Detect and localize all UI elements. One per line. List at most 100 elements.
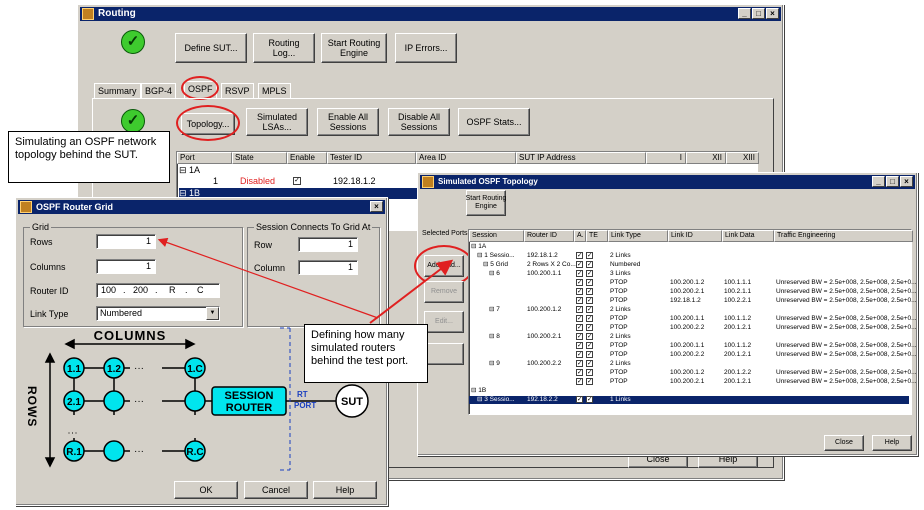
rows-field[interactable]: 1 — [96, 234, 156, 249]
link-type-cell: 2 Links — [610, 252, 631, 259]
columns-field[interactable]: 1 — [96, 259, 156, 274]
topology-row[interactable]: ⊟ 8 100.200.2.1 ✓ ✓ 2 Links — [469, 333, 909, 341]
sut-label: SUT — [341, 396, 363, 408]
tab-rsvp[interactable]: RSVP — [221, 83, 254, 98]
a-checkbox: ✓ — [576, 342, 583, 349]
callout-simulating: Simulating an OSPF network topology behi… — [8, 131, 170, 183]
topology-row[interactable]: ⊟ 6 100.200.1.1 ✓ ✓ 3 Links — [469, 270, 909, 278]
te-checkbox: ✓ — [586, 270, 593, 277]
row-field[interactable]: 1 — [298, 237, 358, 252]
col-area-id: Area ID — [416, 152, 516, 164]
router-grid-title: OSPF Router Grid — [36, 202, 114, 212]
ip-errors-button[interactable]: IP Errors... — [395, 33, 457, 63]
traffic-cell: Unreserved BW = 2.5e+008, 2.5e+008, 2.5e… — [776, 351, 917, 358]
router-id-label: Router ID — [30, 286, 69, 296]
link-id-cell: 100.200.1.1 — [670, 342, 705, 349]
define-sut-button[interactable]: Define SUT... — [175, 33, 247, 63]
link-data-cell: 100.1.1.2 — [724, 315, 752, 322]
close-icon[interactable]: × — [766, 8, 779, 19]
router-id-octet-1: 100 — [101, 285, 117, 295]
minimize-button[interactable]: _ — [872, 176, 885, 187]
maximize-button[interactable]: □ — [886, 176, 899, 187]
column-field[interactable]: 1 — [298, 260, 358, 275]
col-state: State — [232, 152, 287, 164]
traffic-cell: Unreserved BW = 2.5e+008, 2.5e+008, 2.5e… — [776, 369, 917, 376]
node-2-1: 2.1 — [67, 397, 81, 408]
cancel-button[interactable]: Cancel — [244, 481, 308, 499]
topology-row[interactable]: ✓ ✓ PTOP 100.200.2.1 200.1.2.1 Unreserved BW … — [469, 378, 917, 386]
enable-all-sessions-button[interactable]: Enable All Sessions — [317, 108, 379, 136]
close-icon[interactable]: × — [370, 201, 383, 212]
topology-row[interactable]: ⊟ 7 100.200.1.2 ✓ ✓ 2 Links — [469, 306, 909, 314]
session-cell: ⊟ 9 — [489, 360, 500, 367]
topology-row[interactable]: ✓ ✓ PTOP 100.200.1.2 200.1.2.2 Unreserved BW … — [469, 369, 917, 377]
col-a: A. — [574, 230, 586, 242]
topology-row[interactable]: ✓ ✓ PTOP 192.18.1.2 100.2.2.1 Unreserved BW =… — [469, 297, 917, 305]
topology-row[interactable]: ✓ ✓ PTOP 100.200.2.2 200.1.2.1 Unreserved BW … — [469, 324, 917, 332]
te-checkbox: ✓ — [586, 306, 593, 313]
topology-row[interactable]: ⊟ 1A — [469, 243, 909, 251]
link-data-cell: 200.1.2.2 — [724, 369, 752, 376]
svg-text:···: ··· — [134, 396, 144, 407]
session-cell: ⊟ 7 — [489, 306, 500, 313]
router-grid-titlebar[interactable]: OSPF Router Grid × — [18, 200, 385, 214]
tab-mpls[interactable]: MPLS — [258, 83, 291, 98]
topology-row[interactable]: ✓ ✓ PTOP 100.200.2.2 200.1.2.1 Unreserved BW … — [469, 351, 917, 359]
topology-row[interactable]: ✓ ✓ PTOP 100.200.1.1 100.1.1.2 Unreserved BW … — [469, 342, 917, 350]
app-icon — [422, 176, 434, 188]
te-checkbox: ✓ — [586, 360, 593, 367]
table-row[interactable]: ⊟ 1A — [179, 165, 201, 175]
col-sut-ip: SUT IP Address — [516, 152, 646, 164]
link-type-cell: PTOP — [610, 297, 628, 304]
ok-button[interactable]: OK — [174, 481, 238, 499]
maximize-button[interactable]: □ — [752, 8, 765, 19]
app-icon — [20, 201, 32, 213]
edit-button[interactable]: Edit... — [424, 311, 464, 333]
link-type-cell: PTOP — [610, 279, 628, 286]
extra-button[interactable] — [424, 343, 464, 365]
topology-row[interactable]: ⊟ 5 Grid 2 Rows X 2 Co... ✓ ✓ Numbered — [469, 261, 909, 269]
topology-row[interactable]: ✓ ✓ PTOP 100.200.2.1 100.2.1.1 Unreserved BW … — [469, 288, 917, 296]
router-id-cell: 100.200.1.1 — [527, 270, 562, 277]
col-traffic-engineering: Traffic Engineering — [774, 230, 913, 242]
traffic-cell: Unreserved BW = 2.5e+008, 2.5e+008, 2.5e… — [776, 324, 917, 331]
topology-row[interactable]: ⊟ 1B — [469, 387, 909, 395]
topology-help-button[interactable]: Help — [872, 435, 912, 451]
a-checkbox: ✓ — [576, 306, 583, 313]
topology-close-button[interactable]: Close — [824, 435, 864, 451]
chevron-down-icon[interactable]: ▼ — [206, 307, 219, 320]
routing-title: Routing — [98, 8, 136, 19]
topology-row[interactable]: ✓ ✓ PTOP 100.200.1.2 100.1.1.1 Unreserved BW … — [469, 279, 917, 287]
routing-titlebar[interactable]: Routing _ □ × — [80, 7, 781, 21]
topology-titlebar[interactable]: Simulated OSPF Topology _ □ × — [420, 175, 915, 189]
routing-log-button[interactable]: Routing Log... — [253, 33, 315, 63]
remove-button[interactable]: Remove — [424, 281, 464, 303]
simulated-lsas-button[interactable]: Simulated LSAs... — [246, 108, 308, 136]
router-id-field[interactable]: 100 . 200 . R . C — [96, 283, 220, 298]
node-1-1: 1.1 — [67, 364, 81, 375]
topology-row[interactable]: ✓ ✓ PTOP 100.200.1.1 100.1.1.2 Unreserved BW … — [469, 315, 917, 323]
topology-row[interactable]: ⊟ 9 100.200.2.2 ✓ ✓ 2 Links — [469, 360, 909, 368]
link-type-select[interactable]: Numbered ▼ — [96, 306, 220, 321]
te-checkbox: ✓ — [586, 288, 593, 295]
topology-row[interactable]: ⊟ 3 Sessio... 192.18.2.2 ✓ ✓ 1 Links — [469, 396, 909, 404]
tab-summary[interactable]: Summary — [94, 83, 141, 98]
start-routing-engine-button[interactable]: Start Routing Engine — [466, 190, 506, 216]
start-routing-engine-button[interactable]: Start Routing Engine — [321, 33, 387, 63]
enable-checkbox[interactable]: ✓ — [293, 177, 301, 185]
tab-bgp4[interactable]: BGP-4 — [141, 83, 177, 98]
topology-row[interactable]: ⊟ 1 Sessio... 192.18.1.2 ✓ ✓ 2 Links — [469, 252, 909, 260]
rows-label: Rows — [30, 237, 53, 247]
disable-all-sessions-button[interactable]: Disable All Sessions — [388, 108, 450, 136]
link-type-cell: 2 Links — [610, 360, 631, 367]
col-i: I — [646, 152, 686, 164]
minimize-button[interactable]: _ — [738, 8, 751, 19]
help-button[interactable]: Help — [313, 481, 377, 499]
link-id-cell: 100.200.2.1 — [670, 288, 705, 295]
a-checkbox: ✓ — [576, 279, 583, 286]
session-cell: ⊟ 3 Sessio... — [477, 396, 515, 403]
close-icon[interactable]: × — [900, 176, 913, 187]
port-1a: 1A — [189, 165, 201, 175]
col-link-data: Link Data — [722, 230, 774, 242]
ospf-stats-button[interactable]: OSPF Stats... — [458, 108, 530, 136]
